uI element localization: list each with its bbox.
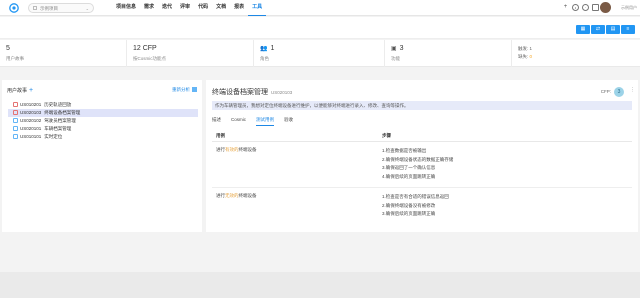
toolbar-button-group: ▦ ⇄ ▤ ≡ [576, 25, 635, 34]
nav-tools[interactable]: 工具 [248, 0, 267, 16]
cfp-badge: 3 [614, 87, 624, 97]
grid-view-button[interactable]: ▦ [576, 25, 590, 34]
stat-roles: 👥 1 角色 [254, 40, 385, 67]
story-detail-panel: 终端设备档案管理 US020103 CFP: 3 ⋮ 作为车辆管理员，我想对定位终端… [206, 80, 638, 232]
file-icon [13, 118, 18, 124]
nav-reports[interactable]: 报表 [230, 0, 248, 16]
cfp-indicator: CFP: 3 [601, 87, 624, 97]
stat-label: 功能 [391, 56, 400, 61]
stat-missing-label: 缺失: [518, 54, 529, 59]
stat-missing-value: 0 [529, 54, 533, 59]
page-title: 终端设备档案管理 US020103 [212, 89, 293, 96]
tab-acceptance[interactable]: 验收 [284, 115, 293, 126]
tab-description[interactable]: 描述 [212, 115, 221, 126]
target-icon[interactable]: • [572, 4, 579, 11]
story-description: 作为车辆管理员，我想对定位终端设备进行维护，以便能够对终端进行录入、修改、查询等… [212, 101, 632, 110]
grid-icon: ▦ [580, 26, 586, 32]
case-name: 进行无效的终端设备 [216, 193, 257, 198]
story-code: US020103 [271, 90, 293, 95]
box-icon: ▣ [391, 46, 397, 52]
nav-iterations[interactable]: 迭代 [158, 0, 176, 16]
app-logo-icon[interactable] [9, 3, 19, 13]
stat-value: 5 [6, 45, 10, 52]
nav-project-info[interactable]: 项目信息 [112, 0, 140, 16]
list-view-button[interactable]: ▤ [606, 25, 620, 34]
stat-user-stories: 5 用户故事 [0, 40, 127, 67]
story-tree: US010201 历史轨迹回放 US020103 终端设备档案管理 US020102… [8, 101, 198, 141]
tree-item[interactable]: US020101 车辆档案管理 [8, 125, 198, 133]
step-item: 3.确保后续的页面跳转正确 [382, 211, 436, 216]
step-item: 2.确保终端设备状态的数据正确存储 [382, 156, 454, 162]
user-story-panel: 用户故事 + 重新分析 US010201 历史轨迹回放 US020103 终端设备档案… [2, 80, 202, 232]
table-row[interactable]: 进行无效的终端设备 1.检查是否有合适的错误信息返回 2.确保终端设备没有被修改… [212, 188, 632, 232]
clock-icon[interactable]: · [582, 4, 589, 11]
avatar[interactable] [600, 2, 611, 13]
username[interactable]: 示例用户 [621, 4, 637, 11]
nav-code[interactable]: 代码 [194, 0, 212, 16]
plus-icon[interactable]: + [562, 4, 569, 11]
page-toolbar: ▦ ⇄ ▤ ≡ [0, 17, 640, 39]
tree-item[interactable]: US020102 驾驶员档案管理 [8, 117, 198, 125]
tree-item-selected[interactable]: US020103 终端设备档案管理 [8, 109, 198, 117]
stat-value: 12 CFP [133, 45, 157, 52]
users-icon: 👥 [260, 46, 268, 52]
refresh-icon [192, 87, 197, 93]
project-selector-label: 示例项目 [40, 6, 58, 11]
more-options-icon[interactable]: ⋮ [630, 87, 635, 93]
table-row[interactable]: 进行有效的终端设备 1.检查数据是否被输出 2.确保终端设备状态的数据正确存储 … [212, 142, 632, 188]
file-icon [13, 110, 18, 116]
stat-label: 角色 [260, 56, 269, 61]
case-name: 进行有效的终端设备 [216, 147, 257, 152]
stat-functions: ▣ 3 功能 [385, 40, 512, 67]
file-icon [13, 126, 18, 132]
list-icon: ▤ [610, 26, 616, 32]
stat-label: 用户故事 [6, 56, 24, 61]
case-steps: 1.检查是否有合适的错误信息返回 2.确保终端设备没有被修改 3.确保后续的页面… [382, 193, 449, 219]
column-header-case: 用例 [216, 133, 225, 138]
menu-icon: ≡ [626, 26, 630, 32]
step-item: 1.检查是否有合适的错误信息返回 [382, 194, 449, 199]
expand-icon[interactable] [592, 4, 599, 11]
tree-item[interactable]: US010201 历史轨迹回放 [8, 101, 198, 109]
reanalyze-button[interactable]: 重新分析 [172, 87, 197, 93]
step-item: 2.确保终端设备没有被修改 [382, 202, 436, 208]
nav-reviews[interactable]: 评审 [176, 0, 194, 16]
panel-title: 用户故事 + [7, 87, 34, 94]
tree-item[interactable]: US010101 实时定位 [8, 133, 198, 141]
footer-area [0, 272, 640, 298]
step-item: 4.确保后续的页面跳转正确 [382, 173, 436, 179]
step-item: 3.确保返回了一个确认信息 [382, 165, 436, 170]
file-icon [13, 102, 18, 108]
table-header: 用例 步骤 [212, 129, 632, 142]
tab-test-cases[interactable]: 测试用例 [256, 115, 275, 126]
nav-docs[interactable]: 文档 [212, 0, 230, 16]
top-navbar: 示例项目 ⌄ 项目信息 需求 迭代 评审 代码 文档 报表 工具 + • · 示… [0, 0, 640, 16]
nav-requirements[interactable]: 需求 [140, 0, 158, 16]
stats-bar: 5 用户故事 12 CFP 按Cosmic功能点 👥 1 角色 ▣ 3 功能 触发:… [0, 40, 640, 67]
topbar-actions: + • · [562, 4, 599, 11]
stat-triggers: 触发: 1 缺失: 0 [512, 40, 640, 67]
share-icon: ⇄ [595, 26, 601, 32]
main-nav: 项目信息 需求 迭代 评审 代码 文档 报表 工具 [112, 0, 267, 16]
share-button[interactable]: ⇄ [591, 25, 605, 34]
detail-tabs: 描述 Cosmic 测试用例 验收 [212, 115, 293, 126]
file-icon [13, 134, 18, 140]
case-steps: 1.检查数据是否被输出 2.确保终端设备状态的数据正确存储 3.确保返回了一个确… [382, 147, 453, 181]
step-item: 1.检查数据是否被输出 [382, 148, 427, 153]
cube-icon [33, 6, 37, 10]
menu-button[interactable]: ≡ [621, 25, 635, 34]
tab-cosmic[interactable]: Cosmic [231, 115, 246, 126]
stat-label: 按Cosmic功能点 [133, 56, 167, 61]
column-header-steps: 步骤 [382, 133, 391, 138]
add-story-button[interactable]: + [29, 87, 33, 94]
chevron-down-icon: ⌄ [85, 6, 89, 11]
stat-value: 3 [399, 45, 404, 52]
stat-value: 1 [270, 45, 275, 52]
stat-trigger-count: 触发: 1 [518, 46, 533, 51]
project-selector[interactable]: 示例项目 ⌄ [28, 3, 94, 13]
stat-cfp: 12 CFP 按Cosmic功能点 [127, 40, 254, 67]
